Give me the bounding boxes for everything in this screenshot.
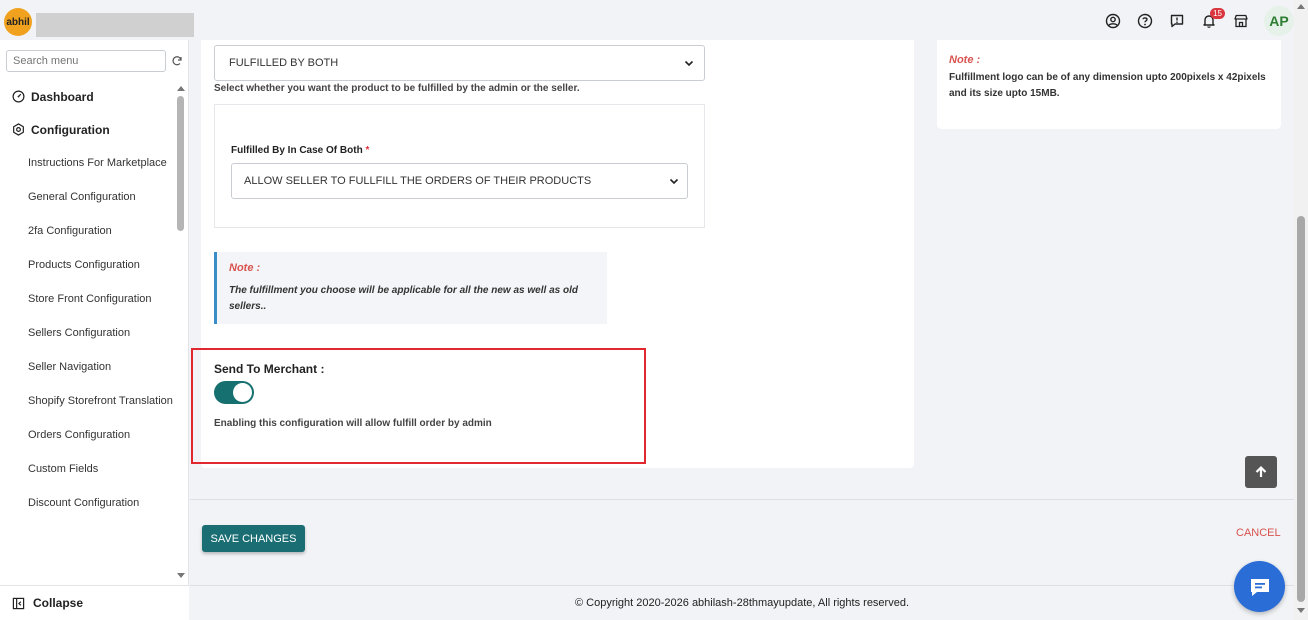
sidebar-item-general-configuration[interactable]: General Configuration xyxy=(0,180,174,214)
sidebar-item-label: Dashboard xyxy=(31,89,94,104)
chat-icon xyxy=(1250,578,1269,596)
bell-icon[interactable]: 15 xyxy=(1200,8,1225,30)
both-case-label-text: Fulfilled By In Case Of Both xyxy=(231,145,363,156)
right-note-title: Note : xyxy=(949,54,981,66)
refresh-icon[interactable] xyxy=(171,55,183,67)
logo-note-card: Note : Fulfillment logo can be of any di… xyxy=(937,40,1281,129)
scroll-to-top-button[interactable] xyxy=(1245,456,1277,488)
send-to-merchant-description: Enabling this configuration will allow f… xyxy=(214,418,492,429)
right-note-text: Fulfillment logo can be of any dimension… xyxy=(949,72,1266,99)
collapse-icon xyxy=(12,597,25,609)
footer: © Copyright 2020-2026 abhilash-28thmayup… xyxy=(190,585,1294,620)
sidebar: Dashboard Configuration Instructions For… xyxy=(0,40,189,620)
sidebar-scroll-down[interactable] xyxy=(177,573,185,578)
sidebar-item-products-configuration[interactable]: Products Configuration xyxy=(0,248,174,282)
sidebar-item-label: Configuration xyxy=(31,122,110,137)
sidebar-scrollbar-thumb[interactable] xyxy=(177,96,184,231)
page-scroll-down[interactable] xyxy=(1297,608,1305,613)
dashboard-icon xyxy=(12,90,25,103)
sidebar-scrollbar[interactable] xyxy=(176,96,185,586)
sidebar-item-configuration[interactable]: Configuration xyxy=(0,113,174,146)
sidebar-item-orders-configuration[interactable]: Orders Configuration xyxy=(0,418,174,452)
collapse-button[interactable]: Collapse xyxy=(0,585,189,620)
fulfillment-note: Note : The fulfillment you choose will b… xyxy=(214,252,607,324)
collapse-label: Collapse xyxy=(33,596,84,610)
help-icon[interactable] xyxy=(1136,12,1154,30)
chevron-down-icon xyxy=(684,60,694,67)
arrow-up-icon xyxy=(1255,465,1267,477)
sidebar-item-seller-navigation[interactable]: Seller Navigation xyxy=(0,350,174,384)
search-menu-input[interactable] xyxy=(6,50,166,72)
chat-button[interactable] xyxy=(1234,561,1285,612)
send-to-merchant-toggle[interactable] xyxy=(214,381,254,404)
store-logo[interactable]: abhil xyxy=(4,8,32,36)
header-icons: 15 AP xyxy=(1104,6,1294,36)
gear-icon xyxy=(13,123,24,136)
store-icon[interactable] xyxy=(1232,12,1250,30)
copyright-text: © Copyright 2020-2026 abhilash-28thmayup… xyxy=(574,597,910,609)
sidebar-item-storefront-translation[interactable]: Shopify Storefront Translation xyxy=(0,384,174,418)
page-scroll-up[interactable] xyxy=(1297,4,1305,9)
notification-badge: 15 xyxy=(1210,8,1225,19)
user-circle-icon[interactable] xyxy=(1104,12,1122,30)
sidebar-item-instructions[interactable]: Instructions For Marketplace xyxy=(0,146,174,180)
actions-divider xyxy=(190,499,1294,500)
both-case-label: Fulfilled By In Case Of Both * xyxy=(231,145,369,156)
page-scrollbar[interactable] xyxy=(1294,0,1308,620)
page-scrollbar-thumb[interactable] xyxy=(1297,216,1305,602)
top-header: abhil 15 AP xyxy=(0,0,1308,40)
both-case-select[interactable]: ALLOW SELLER TO FULLFILL THE ORDERS OF T… xyxy=(231,163,688,199)
sidebar-scroll-up[interactable] xyxy=(177,86,185,91)
feedback-icon[interactable] xyxy=(1168,12,1186,30)
sidebar-menu: Dashboard Configuration Instructions For… xyxy=(0,80,174,585)
sidebar-item-store-front-configuration[interactable]: Store Front Configuration xyxy=(0,282,174,316)
chevron-down-icon xyxy=(669,178,679,185)
sidebar-item-2fa-configuration[interactable]: 2fa Configuration xyxy=(0,214,174,248)
logo-text: abhil xyxy=(6,16,30,28)
fulfilled-by-select[interactable]: FULFILLED BY BOTH xyxy=(214,45,705,81)
sidebar-item-dashboard[interactable]: Dashboard xyxy=(0,80,174,113)
avatar[interactable]: AP xyxy=(1264,6,1294,36)
required-marker: * xyxy=(365,145,370,156)
sidebar-item-custom-fields[interactable]: Custom Fields xyxy=(0,452,174,486)
both-case-value: ALLOW SELLER TO FULLFILL THE ORDERS OF T… xyxy=(244,175,592,187)
note-title: Note : xyxy=(229,262,261,274)
save-changes-button[interactable]: SAVE CHANGES xyxy=(202,525,305,552)
store-name-redacted xyxy=(36,13,194,37)
toggle-knob xyxy=(233,383,252,402)
cancel-button[interactable]: CANCEL xyxy=(1236,527,1281,539)
fulfilled-by-value: FULFILLED BY BOTH xyxy=(229,57,339,69)
note-text: The fulfillment you choose will be appli… xyxy=(229,285,578,312)
sidebar-item-discount-configuration[interactable]: Discount Configuration xyxy=(0,486,174,520)
send-to-merchant-title: Send To Merchant : xyxy=(214,362,325,376)
fulfilled-by-help: Select whether you want the product to b… xyxy=(214,83,580,94)
sidebar-item-sellers-configuration[interactable]: Sellers Configuration xyxy=(0,316,174,350)
